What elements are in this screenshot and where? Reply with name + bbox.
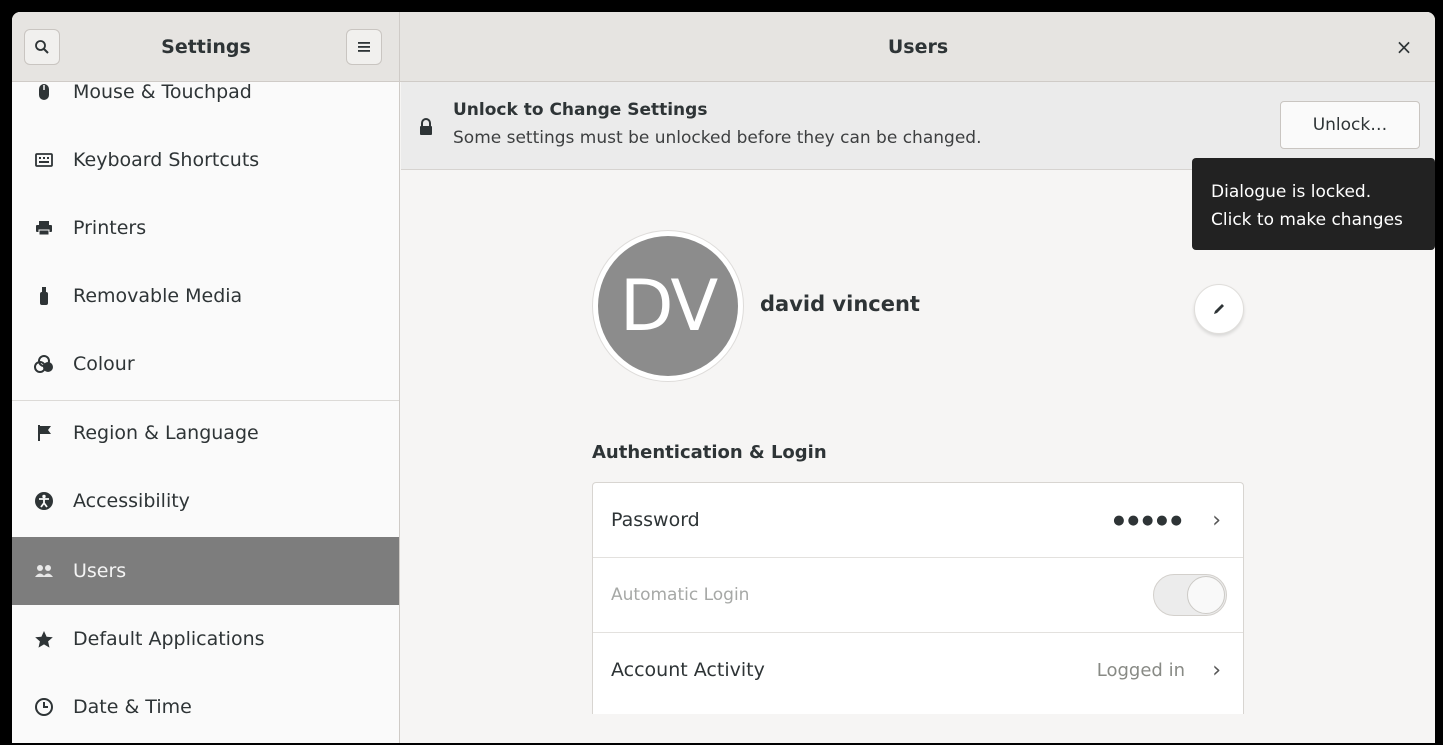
settings-window: Settings Users × Mouse & Touchpad Keyboa… (12, 12, 1435, 743)
sidebar-item-region-language[interactable]: Region & Language (12, 401, 399, 465)
printer-icon (34, 218, 54, 238)
sidebar-item-label: Region & Language (73, 422, 259, 444)
sidebar-item-label: Users (73, 560, 127, 582)
sidebar-item-default-applications[interactable]: Default Applications (12, 607, 399, 671)
sidebar-item-label: Date & Time (73, 696, 192, 718)
keyboard-icon (34, 150, 54, 170)
user-name: david vincent (760, 292, 920, 316)
section-title-authentication: Authentication & Login (592, 442, 827, 463)
sidebar-item-printers[interactable]: Printers (12, 196, 399, 260)
usb-icon (34, 286, 54, 306)
sidebar-item-label: Default Applications (73, 628, 265, 650)
password-label: Password (611, 509, 700, 531)
unlock-button[interactable]: Unlock… (1280, 101, 1420, 149)
colour-icon (34, 354, 54, 374)
sidebar-item-label: Accessibility (73, 490, 190, 512)
sidebar: Mouse & Touchpad Keyboard Shortcuts Prin… (12, 82, 400, 743)
tooltip: Dialogue is locked. Click to make change… (1192, 158, 1435, 250)
avatar[interactable]: DV (598, 236, 738, 376)
password-row[interactable]: Password ●●●●● › (593, 483, 1243, 557)
sidebar-item-keyboard-shortcuts[interactable]: Keyboard Shortcuts (12, 128, 399, 192)
tooltip-line-2: Click to make changes (1211, 210, 1403, 230)
sidebar-item-label: Mouse & Touchpad (73, 82, 252, 103)
search-button[interactable] (24, 29, 60, 65)
authentication-list: Password ●●●●● › Automatic Login Account… (592, 482, 1244, 714)
automatic-login-label: Automatic Login (611, 585, 750, 605)
sidebar-item-date-time[interactable]: Date & Time (12, 675, 399, 739)
tooltip-line-1: Dialogue is locked. (1211, 182, 1372, 202)
sidebar-item-removable-media[interactable]: Removable Media (12, 264, 399, 328)
switch-knob (1187, 576, 1225, 614)
sidebar-header: Settings (12, 12, 400, 82)
lock-banner: Unlock to Change Settings Some settings … (401, 82, 1435, 170)
sidebar-item-label: Printers (73, 217, 147, 239)
sidebar-title: Settings (161, 36, 251, 58)
menu-button[interactable] (346, 29, 382, 65)
sidebar-item-label: Colour (73, 353, 135, 375)
accessibility-icon (34, 491, 54, 511)
automatic-login-row: Automatic Login (593, 558, 1243, 632)
account-activity-label: Account Activity (611, 659, 765, 681)
close-icon: × (1395, 35, 1413, 59)
account-activity-value: Logged in (1096, 659, 1185, 681)
sidebar-item-label: Keyboard Shortcuts (73, 149, 260, 171)
lock-icon (420, 118, 432, 135)
sidebar-item-mouse-touchpad[interactable]: Mouse & Touchpad (12, 82, 399, 124)
password-value: ●●●●● (1113, 512, 1185, 528)
header-bar: Settings Users × (12, 12, 1435, 82)
chevron-right-icon: › (1212, 657, 1221, 683)
automatic-login-switch[interactable] (1153, 574, 1227, 616)
sidebar-item-colour[interactable]: Colour (12, 332, 399, 396)
clock-icon (34, 697, 54, 717)
page-title: Users (887, 36, 949, 58)
flag-icon (34, 423, 54, 443)
sidebar-item-users[interactable]: Users (12, 537, 399, 605)
chevron-right-icon: › (1212, 507, 1221, 533)
account-activity-row[interactable]: Account Activity Logged in › (593, 633, 1243, 707)
sidebar-item-label: Removable Media (73, 285, 243, 307)
banner-subtitle: Some settings must be unlocked before th… (453, 128, 982, 148)
sidebar-item-accessibility[interactable]: Accessibility (12, 469, 399, 533)
hamburger-menu-icon (358, 42, 370, 52)
mouse-icon (34, 82, 54, 102)
pencil-icon (1214, 304, 1224, 314)
close-button[interactable]: × (1389, 32, 1419, 62)
edit-name-button[interactable] (1194, 284, 1244, 334)
search-icon (35, 40, 49, 54)
users-icon (34, 561, 54, 581)
banner-title: Unlock to Change Settings (453, 100, 708, 120)
star-icon (34, 629, 54, 649)
